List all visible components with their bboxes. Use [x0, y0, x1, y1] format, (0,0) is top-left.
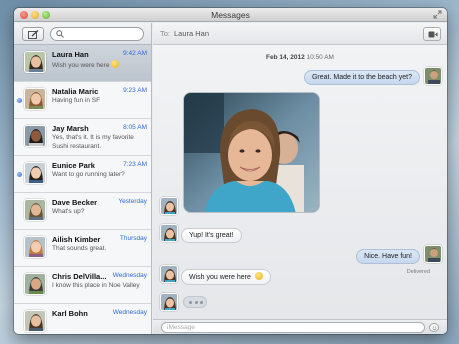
date-stamp-date: Feb 14, 2012 — [266, 54, 305, 61]
chat-pane: To: Laura Han Feb 14, 2012 10:50 AM Grea… — [153, 23, 447, 334]
conversation-preview: Want to go running later? — [52, 171, 125, 178]
emoji-button[interactable] — [429, 323, 439, 332]
video-call-icon — [428, 31, 438, 38]
conversation-name: Jay Marsh — [52, 124, 89, 133]
title-bar: Messages — [14, 8, 447, 22]
unread-indicator — [17, 98, 22, 103]
avatar — [24, 236, 46, 258]
conversation-time: Wednesday — [112, 272, 147, 279]
message-bubble-incoming[interactable]: Wish you were here — [181, 269, 271, 285]
conversation-preview: Having fun in SF — [52, 97, 101, 104]
unread-indicator — [17, 172, 22, 177]
compose-icon — [28, 30, 39, 39]
conversation-time: 8:05 AM — [123, 124, 147, 131]
compose-button[interactable] — [22, 27, 44, 41]
fullscreen-icon[interactable] — [433, 10, 442, 19]
search-field[interactable] — [50, 27, 144, 41]
search-icon — [56, 30, 64, 38]
conversation-item[interactable]: Dave Becker Yesterday What's up? — [14, 193, 151, 230]
conversation-time: 7:23 AM — [123, 161, 147, 168]
typing-dot — [200, 301, 203, 304]
conversation-name: Natalia Maric — [52, 87, 99, 96]
conversation-item[interactable]: Laura Han 9:42 AM Wish you were here — [14, 45, 151, 82]
conversation-name: Dave Becker — [52, 198, 98, 207]
conversation-item[interactable]: Karl Bohn Wednesday — [14, 304, 151, 334]
to-label: To: — [160, 29, 171, 38]
video-call-button[interactable] — [423, 27, 441, 41]
avatar — [24, 162, 46, 184]
conversation-preview: What's up? — [52, 208, 85, 215]
sidebar-toolbar — [14, 23, 151, 45]
avatar — [24, 51, 46, 73]
avatar — [24, 125, 46, 147]
conversation-item[interactable]: Ailish Kimber Thursday That sounds great. — [14, 230, 151, 267]
emoji-icon — [432, 326, 437, 330]
smiley-emoji-icon — [254, 272, 263, 280]
my-avatar — [424, 67, 442, 85]
conversation-time: Wednesday — [112, 309, 147, 316]
contact-avatar — [160, 197, 178, 215]
avatar — [24, 199, 46, 221]
avatar — [24, 273, 46, 295]
search-input[interactable] — [67, 29, 139, 39]
message-bubble-outgoing[interactable]: Great. Made it to the beach yet? — [303, 70, 420, 85]
smiley-emoji-icon — [111, 60, 120, 68]
conversation-time: Yesterday — [118, 198, 147, 205]
message-bubble-outgoing[interactable]: Nice. Have fun! — [356, 249, 420, 264]
conversation-time: 9:42 AM — [123, 50, 147, 57]
conversation-item[interactable]: Eunice Park 7:23 AM Want to go running lat… — [14, 156, 151, 193]
conversation-name: Ailish Kimber — [52, 235, 101, 244]
conversation-name: Chris DelVilla... — [52, 272, 107, 281]
photo-message[interactable] — [183, 92, 320, 213]
window-title: Messages — [211, 10, 250, 20]
conversation-item[interactable]: Natalia Maric 9:23 AM Having fun in SF — [14, 82, 151, 119]
messages-window: Messages Laura Han 9:42 AM Wish you were h… — [14, 8, 447, 334]
conversation-preview: That sounds great. — [52, 245, 107, 252]
conversation-name: Laura Han — [52, 50, 89, 59]
recipient-bar: To: Laura Han — [153, 23, 447, 45]
conversation-time: Thursday — [119, 235, 147, 242]
recipient-name[interactable]: Laura Han — [174, 29, 209, 38]
avatar — [24, 310, 46, 332]
my-avatar — [424, 245, 442, 263]
conversation-preview: I know this place in Noe Valley — [52, 282, 140, 289]
delivered-status: Delivered — [406, 269, 430, 275]
conversation-item[interactable]: Jay Marsh 8:05 AM Yes, that's it. It is my… — [14, 119, 151, 156]
conversation-item[interactable]: Chris DelVilla... Wednesday I know this pl… — [14, 267, 151, 304]
conversation-name: Karl Bohn — [52, 309, 88, 318]
date-stamp: Feb 14, 2012 10:50 AM — [153, 54, 447, 61]
conversation-preview: Wish you were here — [52, 60, 148, 71]
message-bubble-incoming[interactable]: Yup! It's great! — [181, 228, 242, 243]
avatar — [24, 88, 46, 110]
date-stamp-time: 10:50 AM — [306, 54, 334, 61]
conversation-time: 9:23 AM — [123, 87, 147, 94]
conversation-sidebar: Laura Han 9:42 AM Wish you were here Natali… — [14, 23, 152, 334]
conversation-preview: Yes, that's it. It is my favorite Sushi … — [52, 134, 134, 150]
message-text: Wish you were here — [189, 274, 251, 281]
contact-avatar — [160, 265, 178, 283]
message-input[interactable] — [161, 322, 425, 333]
contact-avatar — [160, 293, 178, 311]
message-input-bar — [153, 319, 447, 334]
conversation-list: Laura Han 9:42 AM Wish you were here Natali… — [14, 45, 151, 334]
conversation-name: Eunice Park — [52, 161, 95, 170]
typing-indicator — [183, 296, 207, 308]
contact-avatar — [160, 224, 178, 242]
typing-dot — [189, 301, 192, 304]
typing-dot — [194, 301, 198, 304]
